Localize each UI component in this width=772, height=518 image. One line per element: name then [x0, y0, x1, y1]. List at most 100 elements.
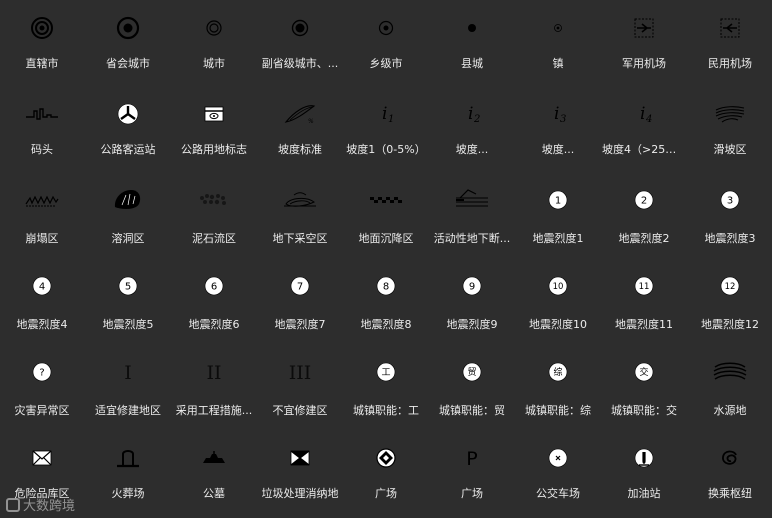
symbol-label: 城镇职能：综	[525, 404, 591, 417]
symbol-label: 不宜修建区	[272, 404, 328, 417]
symbol-chengshi[interactable]: 城市	[171, 0, 257, 86]
symbol-liedu5[interactable]: 5 地震烈度5	[85, 258, 171, 344]
svg-text:i: i	[382, 104, 387, 124]
symbol-label: 副省级城市、...	[261, 57, 339, 70]
ring-filled-dot-icon	[280, 12, 320, 44]
symbol-zhineng_mao[interactable]: 贸城镇职能：贸	[429, 344, 515, 430]
symbol-label: 地震烈度7	[274, 318, 326, 331]
svg-text:9: 9	[469, 282, 475, 293]
svg-text:综: 综	[553, 366, 562, 378]
symbol-junyong[interactable]: 军用机场	[601, 0, 687, 86]
symbol-xiangji[interactable]: 乡级市	[343, 0, 429, 86]
symbol-liedu7[interactable]: 7 地震烈度7	[257, 258, 343, 344]
seismic-7-icon: 7	[280, 270, 320, 302]
symbol-podu4[interactable]: i 4 坡度4（>25%）	[601, 86, 687, 172]
symbol-fushengji[interactable]: 副省级城市、...	[257, 0, 343, 86]
symbol-label: 崩塌区	[25, 232, 59, 245]
symbol-rongdong[interactable]: 溶洞区	[85, 172, 171, 258]
symbol-matou[interactable]: 码头	[0, 86, 85, 172]
seismic-12-icon: 12	[710, 270, 750, 302]
symbol-buyi[interactable]: III 不宜修建区	[257, 344, 343, 430]
symbol-liedu8[interactable]: 8 地震烈度8	[343, 258, 429, 344]
symbol-shenghui[interactable]: 省会城市	[85, 0, 171, 86]
symbol-label: 地震烈度3	[704, 232, 756, 245]
seismic-4-icon: 4	[22, 270, 62, 302]
symbol-bengta[interactable]: 崩塌区	[0, 172, 85, 258]
symbol-label: 镇	[552, 57, 564, 70]
svg-text:10: 10	[553, 282, 564, 292]
svg-text:i: i	[554, 104, 559, 124]
symbol-label: 坡度标准	[278, 143, 322, 156]
symbol-label: 民用机场	[708, 57, 752, 70]
symbol-gongjiao[interactable]: 公交车场	[515, 430, 601, 516]
symbol-label: 直辖市	[25, 57, 59, 70]
symbol-zhineng_jiao[interactable]: 交城镇职能：交	[601, 344, 687, 430]
symbol-gonglukeyun[interactable]: 公路客运站	[85, 86, 171, 172]
symbol-gongluyongdi[interactable]: 公路用地标志	[171, 86, 257, 172]
symbol-liedu1[interactable]: 1 地震烈度1	[515, 172, 601, 258]
symbol-label: 省会城市	[106, 57, 150, 70]
active-fault-icon	[452, 184, 492, 216]
karst-cave-icon	[108, 184, 148, 216]
symbol-guangchang2[interactable]: P 广场	[429, 430, 515, 516]
symbol-minyong[interactable]: 民用机场	[687, 0, 772, 86]
svg-text:I: I	[124, 362, 132, 384]
symbol-dixiacaikong[interactable]: 地下采空区	[257, 172, 343, 258]
symbol-huodongduan[interactable]: 活动性地下断...	[429, 172, 515, 258]
symbol-grid: 直辖市 省会城市 城市 副省级城市、... 乡级市 县城镇军用机场 民用机场 码头 公路客运站公…	[0, 0, 771, 518]
svg-text:%: %	[308, 118, 314, 125]
symbol-liedu4[interactable]: 4 地震烈度4	[0, 258, 85, 344]
military-airport-icon	[624, 12, 664, 44]
symbol-liedu10[interactable]: 10 地震烈度10	[515, 258, 601, 344]
symbol-zaihai[interactable]: ? 灾害异常区	[0, 344, 85, 430]
symbol-liedu6[interactable]: 6 地震烈度6	[171, 258, 257, 344]
symbol-huozang[interactable]: 火葬场	[85, 430, 171, 516]
symbol-liedu12[interactable]: 12 地震烈度12	[687, 258, 772, 344]
svg-text:i: i	[640, 104, 645, 124]
svg-text:12: 12	[725, 282, 736, 292]
symbol-zhixiashi[interactable]: 直辖市	[0, 0, 85, 86]
slope-i4-icon: i4	[624, 98, 664, 130]
symbol-zhineng_gong[interactable]: 工城镇职能：工	[343, 344, 429, 430]
symbol-liedu3[interactable]: 3 地震烈度3	[687, 172, 772, 258]
symbol-huapo[interactable]: 滑坡区	[687, 86, 772, 172]
transport-char-icon: 交	[624, 356, 664, 388]
svg-text:4: 4	[39, 282, 45, 293]
symbol-liedu2[interactable]: 2 地震烈度2	[601, 172, 687, 258]
symbol-label: 活动性地下断...	[433, 232, 511, 245]
symbol-podu1[interactable]: i 1 坡度1（0-5%）	[343, 86, 429, 172]
symbol-label: 危险品库区	[14, 487, 70, 500]
symbol-laji[interactable]: 垃圾处理消纳地	[257, 430, 343, 516]
symbol-podu3[interactable]: i 3 坡度...	[515, 86, 601, 172]
comprehensive-char-icon: 综	[538, 356, 578, 388]
concentric-circles-icon	[22, 12, 62, 44]
symbol-caiyong[interactable]: II 采用工程措施...	[171, 344, 257, 430]
symbol-weixianpin[interactable]: 危险品库区	[0, 430, 85, 516]
symbol-podubiaozhun[interactable]: % 坡度标准	[257, 86, 343, 172]
symbol-liedu9[interactable]: 9 地震烈度9	[429, 258, 515, 344]
symbol-guangchang1[interactable]: 广场	[343, 430, 429, 516]
symbol-huancheng[interactable]: 换乘枢纽	[687, 430, 772, 516]
symbol-shiyi[interactable]: I 适宜修建地区	[85, 344, 171, 430]
seismic-5-icon: 5	[108, 270, 148, 302]
seismic-10-icon: 10	[538, 270, 578, 302]
goaf-icon	[280, 184, 320, 216]
svg-text:5: 5	[125, 282, 131, 293]
symbol-label: 地下采空区	[272, 232, 328, 245]
symbol-nishiliu[interactable]: 泥石流区	[171, 172, 257, 258]
symbol-liedu11[interactable]: 11 地震烈度11	[601, 258, 687, 344]
symbol-jiayou[interactable]: 加油站	[601, 430, 687, 516]
svg-text:6: 6	[211, 282, 217, 293]
parking-p-icon: P	[452, 442, 492, 474]
svg-text:3: 3	[560, 114, 566, 125]
symbol-zhineng_zong[interactable]: 综城镇职能：综	[515, 344, 601, 430]
symbol-zhen[interactable]: 镇	[515, 0, 601, 86]
symbol-podu2[interactable]: i 2 坡度...	[429, 86, 515, 172]
svg-text:1: 1	[388, 114, 394, 125]
symbol-label: 换乘枢纽	[708, 487, 752, 500]
symbol-gongmu[interactable]: 公墓	[171, 430, 257, 516]
symbol-dimianchenjiang[interactable]: 地面沉降区	[343, 172, 429, 258]
symbol-xiancheng[interactable]: 县城	[429, 0, 515, 86]
symbol-shuiyuan[interactable]: 水源地	[687, 344, 772, 430]
symbol-label: 广场	[375, 487, 397, 500]
